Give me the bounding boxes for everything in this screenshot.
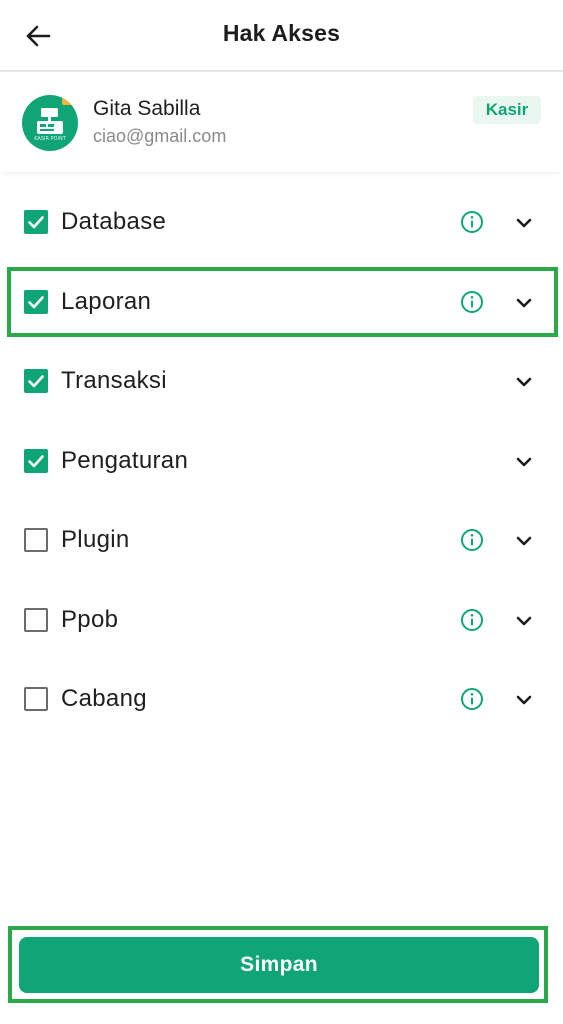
info-icon[interactable] bbox=[460, 210, 484, 234]
permission-label: Transaksi bbox=[61, 367, 167, 394]
checkbox-laporan[interactable] bbox=[24, 290, 48, 314]
info-icon[interactable] bbox=[460, 290, 484, 314]
chevron-down-icon[interactable] bbox=[513, 212, 535, 234]
permission-label: Pengaturan bbox=[61, 447, 189, 474]
user-email: ciao@gmail.com bbox=[93, 126, 227, 146]
permission-row-transaksi[interactable]: Transaksi bbox=[0, 351, 563, 411]
chevron-down-icon[interactable] bbox=[513, 610, 535, 632]
check-icon bbox=[28, 296, 44, 309]
checkbox-transaksi[interactable] bbox=[24, 369, 48, 393]
permission-row-plugin[interactable]: Plugin bbox=[0, 510, 563, 570]
permission-row-cabang[interactable]: Cabang bbox=[0, 669, 563, 729]
checkbox-pengaturan[interactable] bbox=[24, 449, 48, 473]
permission-row-database[interactable]: Database bbox=[0, 192, 563, 252]
permission-label: Database bbox=[61, 208, 167, 235]
avatar-badge bbox=[62, 97, 74, 105]
role-badge: Kasir bbox=[473, 96, 541, 124]
save-button[interactable]: Simpan bbox=[19, 937, 539, 993]
info-icon[interactable] bbox=[460, 608, 484, 632]
checkbox-plugin[interactable] bbox=[24, 528, 48, 552]
avatar: KASIR POINT bbox=[22, 95, 78, 151]
check-icon bbox=[28, 455, 44, 468]
checkbox-database[interactable] bbox=[24, 210, 48, 234]
permission-label: Laporan bbox=[61, 288, 152, 315]
chevron-down-icon[interactable] bbox=[513, 292, 535, 314]
permission-row-laporan[interactable]: Laporan bbox=[0, 272, 563, 332]
chevron-down-icon[interactable] bbox=[513, 451, 535, 473]
page-title: Hak Akses bbox=[222, 20, 341, 46]
chevron-down-icon[interactable] bbox=[513, 530, 535, 552]
info-icon[interactable] bbox=[460, 528, 484, 552]
permission-row-pengaturan[interactable]: Pengaturan bbox=[0, 431, 563, 491]
permission-label: Ppob bbox=[61, 606, 119, 633]
user-card: KASIR POINT Gita Sabilla ciao@gmail.com … bbox=[0, 74, 563, 172]
chevron-down-icon[interactable] bbox=[513, 371, 535, 393]
user-name: Gita Sabilla bbox=[93, 97, 201, 120]
chevron-down-icon[interactable] bbox=[513, 689, 535, 711]
permission-label: Plugin bbox=[61, 526, 130, 553]
avatar-caption: KASIR POINT bbox=[34, 136, 66, 142]
checkbox-ppob[interactable] bbox=[24, 608, 48, 632]
permission-row-ppob[interactable]: Ppob bbox=[0, 590, 563, 650]
permission-label: Cabang bbox=[61, 685, 147, 712]
checkbox-cabang[interactable] bbox=[24, 687, 48, 711]
check-icon bbox=[28, 216, 44, 229]
check-icon bbox=[28, 375, 44, 388]
info-icon[interactable] bbox=[460, 687, 484, 711]
app-bar: Hak Akses bbox=[0, 0, 563, 72]
